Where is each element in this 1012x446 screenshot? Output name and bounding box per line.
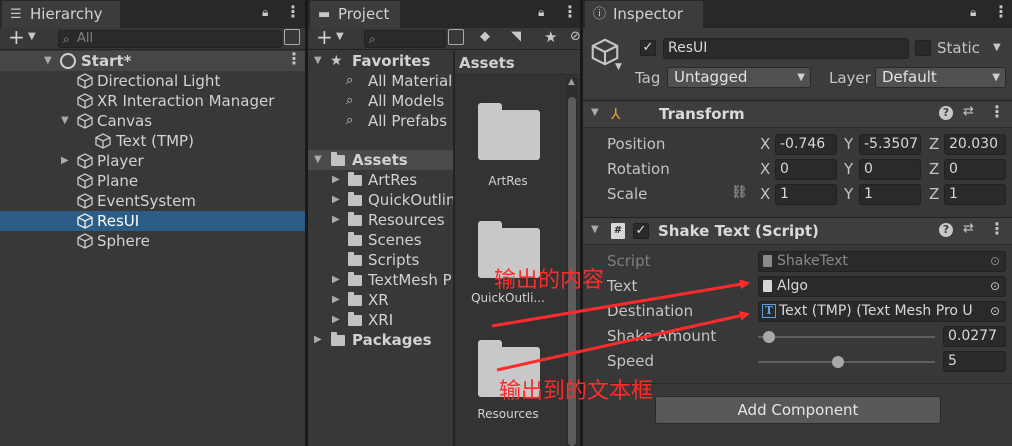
text-annotation-label: 输出的内容: [494, 268, 605, 293]
destination-annotation-label: 输出到的文本框: [499, 379, 654, 404]
destination-annotation-arrow: [496, 310, 750, 372]
